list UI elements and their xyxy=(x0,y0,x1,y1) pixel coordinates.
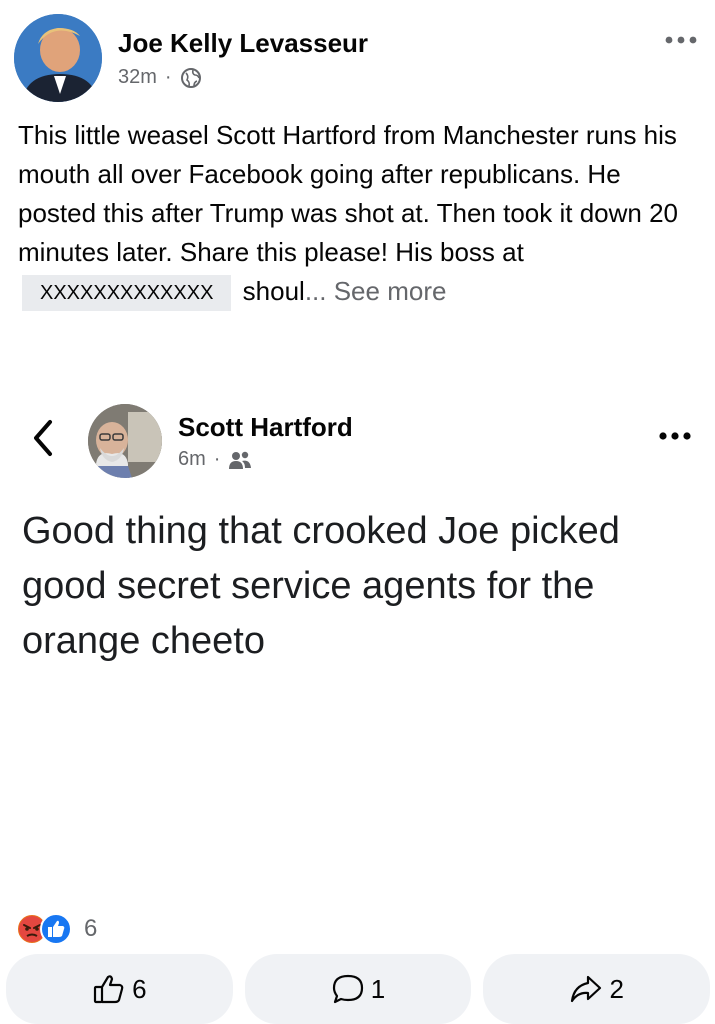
post-header: Joe Kelly Levasseur 32m · xyxy=(14,14,704,102)
thumbs-up-icon xyxy=(93,975,124,1004)
shared-post-text: Good thing that crooked Joe picked good … xyxy=(22,510,620,662)
meta-separator: · xyxy=(164,66,172,88)
author-name[interactable]: Joe Kelly Levasseur xyxy=(118,28,368,59)
reactions-count: 6 xyxy=(84,915,98,942)
friends-icon xyxy=(229,451,252,469)
post-text-tail: shoul xyxy=(242,276,305,306)
share-count: 2 xyxy=(609,973,624,1004)
shared-author-name: Scott Hartford xyxy=(178,412,353,442)
author-avatar-image xyxy=(14,14,102,102)
like-reaction-icon xyxy=(40,913,72,945)
like-count: 6 xyxy=(132,973,147,1004)
shared-post-meta: 6m · xyxy=(178,448,252,471)
reactions-summary[interactable]: 6 xyxy=(16,912,97,946)
post-meta: 32m · xyxy=(118,66,202,89)
more-dots-icon xyxy=(659,432,691,440)
ellipsis: ... xyxy=(304,276,327,306)
share-button[interactable]: 2 xyxy=(483,954,711,1024)
author-avatar[interactable] xyxy=(14,14,102,102)
post-more-button[interactable] xyxy=(664,28,698,45)
comment-button[interactable]: 1 xyxy=(244,954,472,1024)
comment-count: 1 xyxy=(370,973,386,1004)
shared-meta-separator: · xyxy=(213,448,221,470)
action-row: 6 1 2 xyxy=(6,954,711,1024)
shared-post-time: 6m xyxy=(178,448,206,470)
like-button[interactable]: 6 xyxy=(6,954,233,1024)
shared-author-avatar-image xyxy=(88,404,162,478)
shared-post-screenshot[interactable]: Scott Hartford 6m · Good thing that croo… xyxy=(0,392,715,892)
shared-more-button xyxy=(659,424,691,441)
back-button xyxy=(30,418,54,468)
redacted-box: XXXXXXXXXXXXX xyxy=(22,275,232,312)
share-icon xyxy=(571,975,602,1003)
post-time[interactable]: 32m xyxy=(118,66,157,89)
see-more-link[interactable]: See more xyxy=(334,276,447,306)
comment-icon xyxy=(332,974,363,1004)
post-text: This little weasel Scott Hartford from M… xyxy=(18,116,702,312)
globe-icon xyxy=(180,67,201,88)
shared-author-avatar xyxy=(88,404,162,478)
post-text-body: This little weasel Scott Hartford from M… xyxy=(18,120,678,267)
chevron-left-icon xyxy=(34,420,52,456)
more-dots-icon xyxy=(665,36,697,44)
